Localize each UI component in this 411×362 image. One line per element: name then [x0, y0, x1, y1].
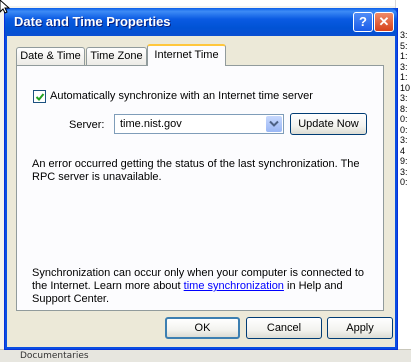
background-text-fragment: 8:	[400, 103, 408, 114]
background-text-fragment: 9:	[400, 156, 408, 166]
tab-time-zone[interactable]: Time Zone	[86, 47, 147, 65]
auto-sync-label[interactable]: Automatically synchronize with an Intern…	[50, 90, 313, 102]
background-text-fragment: 3:	[400, 135, 408, 145]
background-text-fragment: 0:	[400, 114, 408, 124]
background-text-fragment: 4	[400, 145, 406, 156]
close-button[interactable]: ✕	[374, 12, 394, 32]
background-window-top	[0, 0, 411, 6]
server-combobox[interactable]: time.nist.gov	[114, 114, 284, 134]
server-value[interactable]: time.nist.gov	[120, 118, 182, 130]
background-text-fragment: 3:	[400, 166, 408, 177]
background-window-bottom: Documentaries	[0, 349, 411, 362]
server-dropdown-button[interactable]	[266, 116, 282, 132]
ok-button[interactable]: OK	[165, 317, 240, 339]
auto-sync-checkbox[interactable]	[33, 90, 46, 103]
date-time-properties-dialog: Date and Time Properties ? ✕ Date & Time…	[4, 8, 398, 350]
tab-date-time[interactable]: Date & Time	[16, 47, 85, 65]
sync-error-message: An error occurred getting the status of …	[32, 158, 360, 183]
help-icon: ?	[359, 14, 367, 29]
internet-time-panel: Automatically synchronize with an Intern…	[16, 65, 384, 311]
chevron-down-icon	[269, 120, 279, 127]
background-text-fragment: 0:	[400, 124, 408, 135]
background-text-fragment: 3:	[400, 93, 408, 103]
server-label: Server:	[69, 119, 105, 131]
background-text-fragment: 3:	[400, 61, 408, 72]
background-text-fragment: 10	[400, 82, 411, 93]
sync-note: Synchronization can occur only when your…	[32, 267, 377, 306]
tab-internet-time[interactable]: Internet Time	[147, 44, 226, 66]
background-bottom-text: Documentaries	[20, 351, 89, 361]
window-title: Date and Time Properties	[14, 14, 171, 29]
title-bar[interactable]: Date and Time Properties ? ✕	[5, 8, 397, 36]
apply-button[interactable]: Apply	[327, 317, 393, 339]
mouse-cursor-icon	[0, 0, 10, 14]
close-icon: ✕	[378, 14, 390, 29]
cancel-button[interactable]: Cancel	[246, 317, 322, 339]
help-button[interactable]: ?	[353, 12, 373, 32]
background-text-fragment: 5:	[400, 40, 408, 51]
background-text-fragment: 0:	[400, 177, 408, 187]
background-text-fragment: 1:	[400, 51, 408, 61]
update-now-button[interactable]: Update Now	[290, 113, 367, 135]
time-synchronization-link[interactable]: time synchronization	[184, 280, 284, 292]
checkmark-icon	[35, 93, 45, 101]
background-text-fragment: 3:	[400, 30, 408, 40]
background-text-fragment: 1:	[400, 72, 408, 82]
